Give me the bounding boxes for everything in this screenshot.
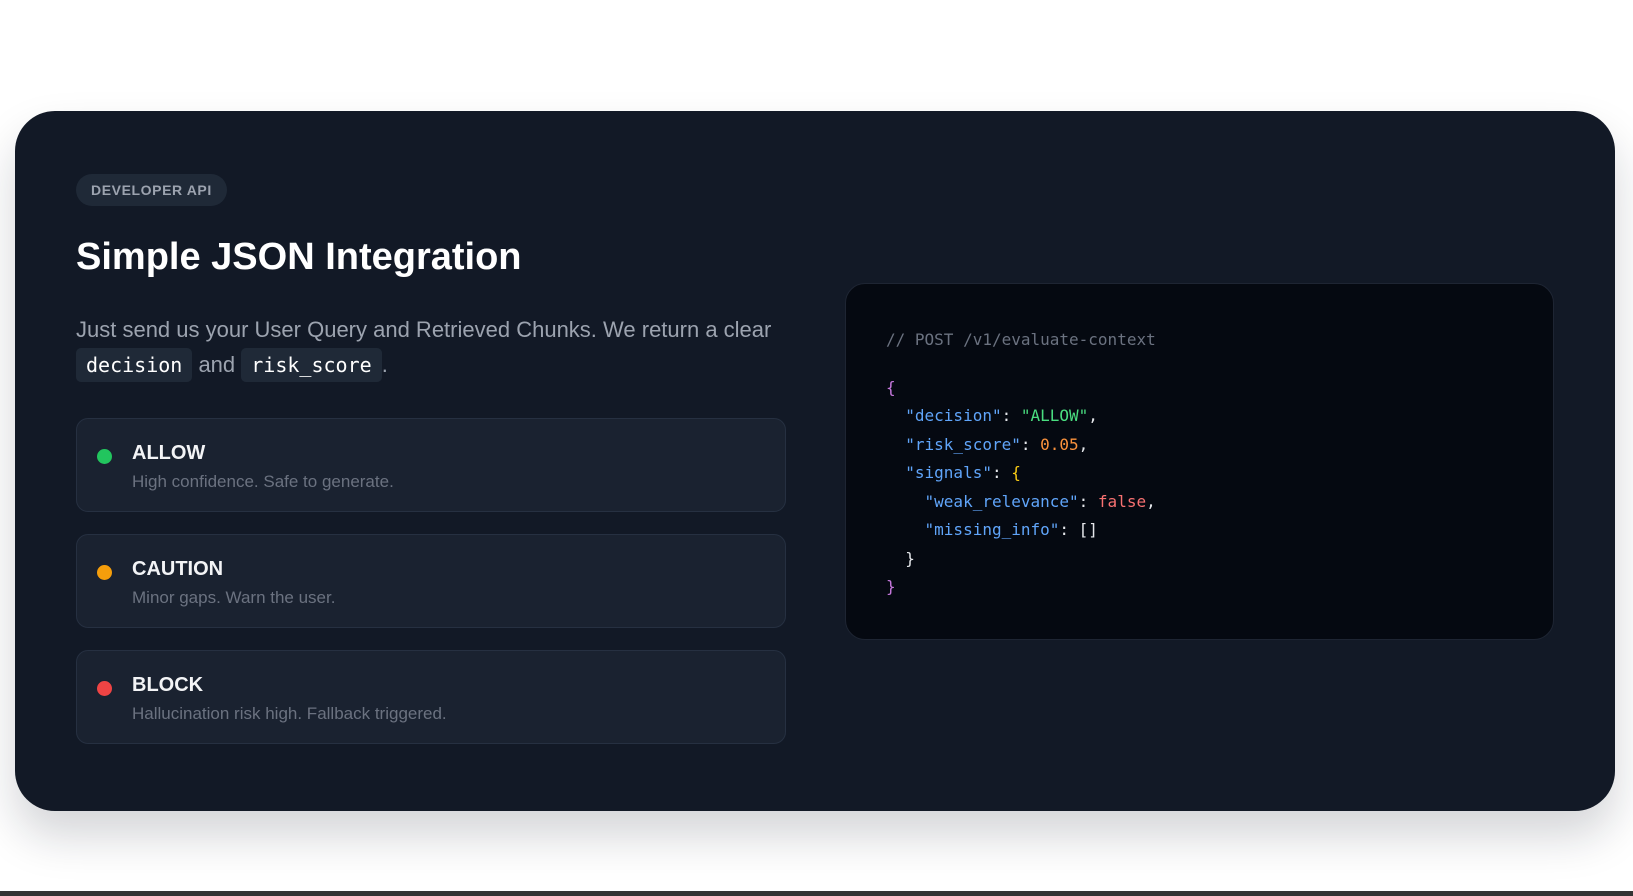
decision-value: "ALLOW" [1020, 406, 1089, 425]
developer-api-card: DEVELOPER API Simple JSON Integration Ju… [15, 111, 1615, 811]
code-line-missing: "missing_info": [] [924, 520, 1098, 539]
status-card-caution: CAUTION Minor gaps. Warn the user. [76, 534, 786, 628]
section-title: Simple JSON Integration [76, 236, 522, 278]
risk-score-code-chip: risk_score [241, 348, 382, 382]
status-description: Minor gaps. Warn the user. [132, 588, 336, 607]
section-badge: DEVELOPER API [76, 174, 227, 206]
endpoint-comment: // POST /v1/evaluate-context [886, 330, 1156, 349]
signals-close-brace: } [905, 548, 915, 568]
section-description: Just send us your User Query and Retriev… [76, 312, 786, 382]
signals-open-brace: { [1011, 463, 1021, 482]
status-card-allow: ALLOW High confidence. Safe to generate. [76, 418, 786, 512]
signals-key: "signals" [905, 463, 992, 482]
caution-status-dot-icon [97, 565, 112, 580]
decision-code-chip: decision [76, 348, 193, 382]
status-description: High confidence. Safe to generate. [132, 472, 394, 491]
code-line-decision: "decision": "ALLOW", [905, 406, 1098, 425]
risk-score-key: "risk_score" [905, 434, 1021, 454]
description-text-3: . [381, 352, 388, 377]
code-line-signals: "signals": { [905, 463, 1021, 482]
missing-info-key: "missing_info" [924, 520, 1060, 539]
open-brace: { [886, 377, 896, 397]
code-line-open: { [886, 374, 1513, 403]
status-label: ALLOW [132, 442, 206, 464]
code-line-weak: "weak_relevance": false, [924, 491, 1156, 511]
weak-relevance-value: false [1097, 491, 1147, 511]
description-text-1: Just send us your User Query and Retriev… [76, 317, 772, 342]
code-line-risk: "risk_score": 0.05, [905, 434, 1089, 454]
status-label: BLOCK [132, 674, 204, 696]
code-line-signals-close: } [886, 545, 1513, 574]
allow-status-dot-icon [97, 449, 112, 464]
status-description: Hallucination risk high. Fallback trigge… [132, 704, 447, 723]
block-status-dot-icon [97, 681, 112, 696]
bottom-edge-bar [0, 891, 1633, 896]
decision-key: "decision" [905, 406, 1002, 425]
intro-column: DEVELOPER API Simple JSON Integration Ju… [76, 174, 786, 766]
decision-status-list: ALLOW High confidence. Safe to generate.… [76, 418, 786, 744]
status-card-block: BLOCK Hallucination risk high. Fallback … [76, 650, 786, 744]
description-text-2: and [192, 352, 242, 377]
risk-score-value: 0.05 [1040, 434, 1079, 454]
status-label: CAUTION [132, 558, 224, 580]
close-brace: } [886, 577, 896, 596]
weak-relevance-key: "weak_relevance" [924, 491, 1079, 511]
missing-info-value: [] [1078, 520, 1098, 539]
code-line-close: } [886, 573, 1513, 602]
json-code-example: // POST /v1/evaluate-context { "decision… [845, 283, 1554, 640]
